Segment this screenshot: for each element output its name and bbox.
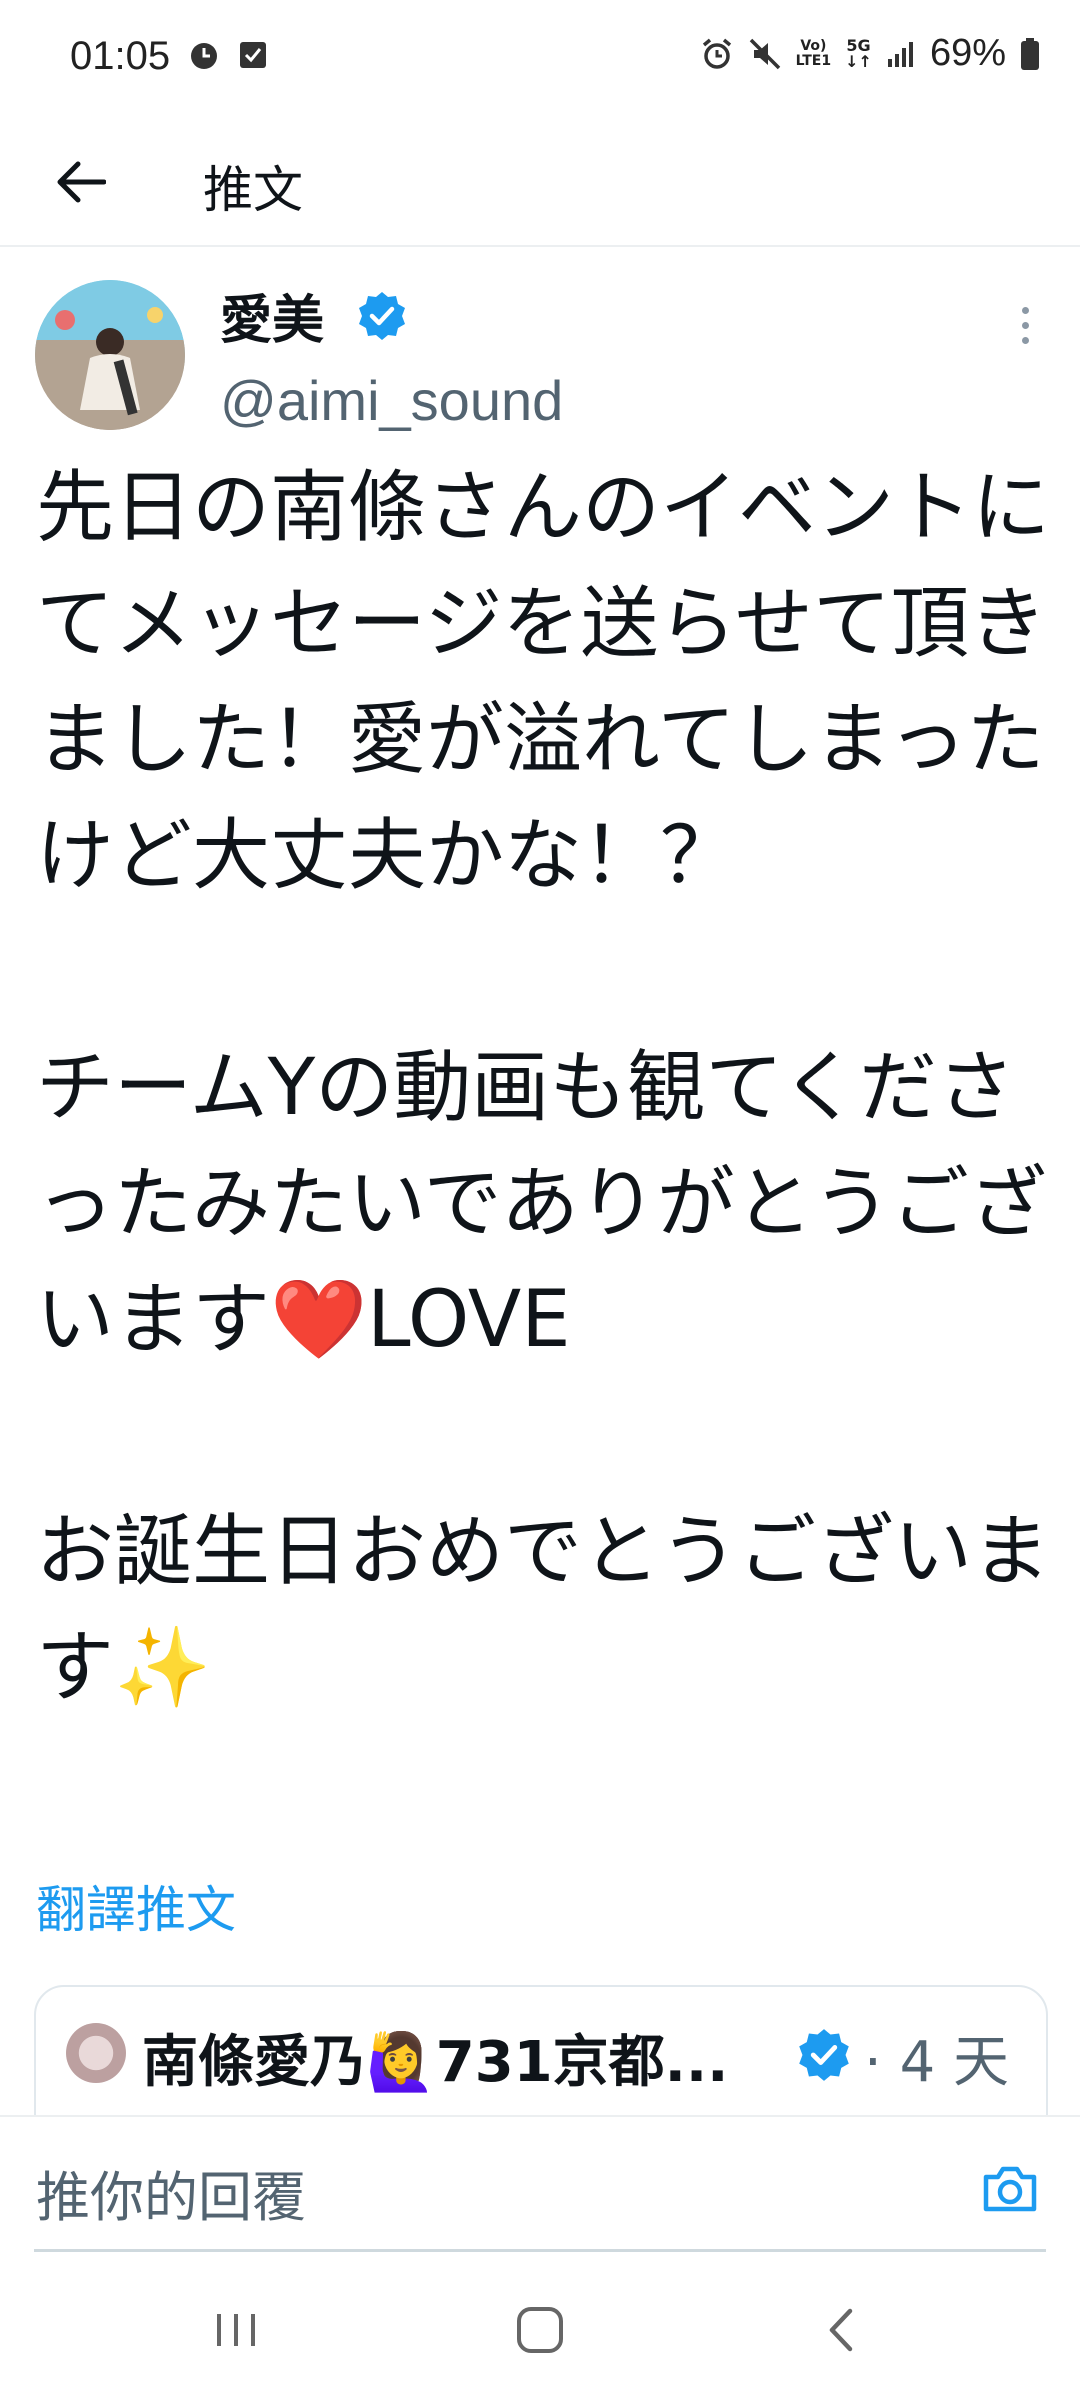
tweet-text-part1: 先日の南條さんのイベントにてメッセージを送らせて頂きました！愛が溢れてしまったけ… — [36, 463, 1051, 1365]
back-chevron-icon — [829, 2308, 853, 2352]
page-title: 推文 — [203, 161, 303, 219]
arrow-left-icon — [57, 161, 106, 203]
author-handle[interactable]: @aimi_sound — [220, 368, 563, 433]
author-avatar[interactable] — [35, 280, 185, 430]
tweet-text: 先日の南條さんのイベントにてメッセージを送らせて頂きました！愛が溢れてしまったけ… — [36, 450, 1056, 1726]
quoted-verified-badge-icon — [799, 2029, 849, 2081]
status-bar: 01:05 Vo) LTE1 5G ↓↑ 69% — [0, 0, 1080, 120]
reply-bar: 推你的回覆 — [0, 2115, 1080, 2257]
home-button[interactable] — [500, 2300, 580, 2360]
network-5g-label: 5G — [846, 35, 871, 55]
camera-button[interactable] — [978, 2157, 1048, 2227]
alarm-icon — [702, 38, 731, 69]
volte-icon: Vo) LTE1 — [795, 37, 832, 69]
more-options-button[interactable] — [1010, 300, 1040, 350]
battery-percent: 69% — [929, 32, 1006, 74]
system-back-button[interactable] — [800, 2300, 880, 2360]
recents-button[interactable] — [196, 2300, 276, 2360]
translate-tweet-link[interactable]: 翻譯推文 — [36, 1870, 236, 1942]
reply-underline — [34, 2249, 1046, 2252]
system-nav-bar — [0, 2260, 1080, 2400]
checkbox-notification-icon — [240, 42, 266, 68]
sparkles-emoji: ✨ — [114, 1623, 212, 1713]
avatar-image — [35, 280, 185, 430]
mute-icon — [749, 38, 780, 69]
quoted-author-name: 南條愛乃🙋‍♀️731京都... — [142, 2030, 729, 2095]
tweet-detail-screen: 01:05 Vo) LTE1 5G ↓↑ 69% 推文 愛美 @aimi_sou… — [0, 0, 1080, 2400]
author-name[interactable]: 愛美 — [220, 278, 324, 353]
verified-badge-icon — [359, 292, 405, 340]
camera-icon — [983, 2166, 1037, 2212]
red-heart-emoji: ❤️ — [270, 1275, 368, 1365]
back-button[interactable] — [40, 142, 120, 222]
quoted-tweet-time: · 4 天 — [864, 2030, 1010, 2095]
clock-icon — [191, 43, 217, 69]
reply-input[interactable]: 推你的回覆 — [36, 2153, 306, 2232]
status-time: 01:05 — [70, 34, 171, 78]
home-icon — [517, 2307, 563, 2353]
recents-icon — [217, 2314, 255, 2346]
battery-icon — [1021, 37, 1039, 70]
signal-icon — [887, 41, 913, 67]
more-vertical-icon — [1021, 306, 1029, 314]
5g-data-icon: 5G ↓↑ — [845, 35, 872, 71]
quoted-author-avatar — [66, 2023, 126, 2083]
app-header: 推文 — [0, 120, 1080, 247]
